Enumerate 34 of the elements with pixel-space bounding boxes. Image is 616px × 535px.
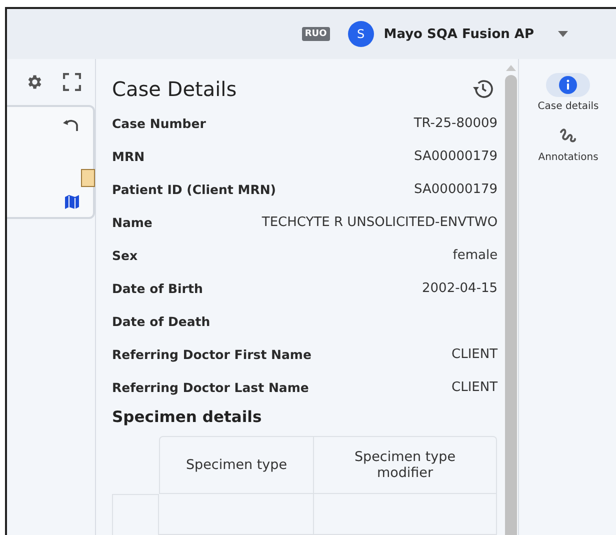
field-label: Referring Doctor First Name (112, 347, 312, 362)
slide-thumbnail[interactable] (7, 105, 95, 219)
field-label: Date of Birth (112, 281, 203, 296)
rail-tab[interactable]: Annotations (538, 124, 598, 163)
rail-tab[interactable]: Case details (538, 73, 599, 112)
fullscreen-icon[interactable] (63, 73, 81, 91)
history-icon[interactable] (472, 78, 494, 100)
user-avatar[interactable]: S (348, 21, 374, 47)
field-value: female (452, 248, 498, 263)
field-value: CLIENT (452, 347, 498, 362)
user-name: Mayo SQA Fusion AP (384, 26, 534, 42)
field-value: TR-25-80009 (414, 116, 498, 131)
ruo-badge: RUO (302, 27, 330, 41)
column-header: Specimen type (159, 436, 314, 494)
section-heading: Specimen details (112, 408, 263, 426)
field-label: Patient ID (Client MRN) (112, 182, 276, 197)
field-label: Referring Doctor Last Name (112, 380, 309, 395)
field-label: Sex (112, 248, 138, 263)
field-label: Case Number (112, 116, 206, 131)
field-value: 2002-04-15 (422, 281, 498, 296)
map-icon[interactable] (65, 195, 79, 209)
field-value: SA00000179 (414, 149, 498, 164)
field-label: Name (112, 215, 152, 230)
field-value: CLIENT (452, 380, 498, 395)
info-icon (558, 75, 578, 95)
field-value: TECHCYTE R UNSOLICITED-ENVTWO (262, 215, 498, 230)
annotation-marker (81, 169, 95, 187)
field-label: Date of Death (112, 314, 210, 329)
field-label: MRN (112, 149, 145, 164)
field-value: SA00000179 (414, 182, 498, 197)
scrollbar-thumb[interactable] (504, 75, 517, 535)
panel-title: Case Details (112, 77, 237, 101)
column-header: Specimen type modifier (314, 436, 497, 494)
caret-icon[interactable] (558, 31, 568, 37)
